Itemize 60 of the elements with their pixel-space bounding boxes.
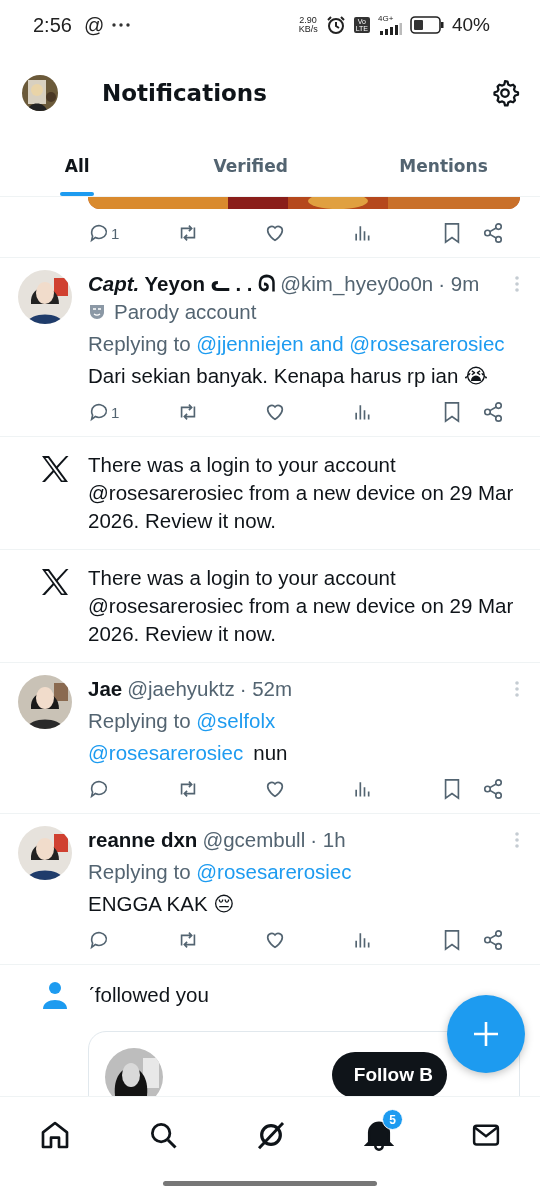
reply-context: Replying to @jjenniejen and @rosesarerosiec xyxy=(88,331,506,357)
post-time: · 52m xyxy=(239,676,293,702)
reply-icon[interactable] xyxy=(88,222,110,244)
bookmark-icon[interactable] xyxy=(442,222,462,244)
more-icon xyxy=(112,23,131,27)
tab[interactable]: All xyxy=(0,136,155,196)
notification-badge: 5 xyxy=(382,1109,404,1130)
reply-count: 1 xyxy=(111,403,120,421)
at-sign: @ xyxy=(83,13,105,37)
bookmark-icon[interactable] xyxy=(442,401,462,423)
tab[interactable]: Verified xyxy=(154,136,348,196)
share-icon[interactable] xyxy=(482,401,504,423)
page-title: Notifications xyxy=(102,80,268,106)
views-icon[interactable] xyxy=(352,223,372,243)
alarm-icon xyxy=(325,15,346,35)
post-time: · 9m xyxy=(438,271,480,297)
reply-count: 1 xyxy=(111,224,120,242)
bookmark-icon[interactable] xyxy=(442,778,462,800)
cross-logo-icon xyxy=(40,568,70,596)
floating-compose-button[interactable] xyxy=(447,995,525,1073)
share-icon[interactable] xyxy=(482,929,504,951)
views-icon[interactable] xyxy=(352,930,372,950)
reply-context: Replying to @selfolx xyxy=(88,708,277,734)
battery-percent: 40% xyxy=(451,14,490,36)
reply-context: Replying to @rosesarerosiec xyxy=(88,859,353,885)
author-name[interactable]: Capt. Yeyon ᓚ . . ᘏ xyxy=(88,270,276,298)
network-type: 4G+ xyxy=(377,15,394,23)
share-icon[interactable] xyxy=(482,222,504,244)
net-speed: 2.90 xyxy=(299,16,317,25)
mask-icon xyxy=(88,303,106,321)
author-handle[interactable]: @jaehyuktz xyxy=(127,675,235,703)
net-unit: KB/s xyxy=(298,25,318,34)
bookmark-icon[interactable] xyxy=(442,929,462,951)
post-time: · 1h xyxy=(310,827,346,853)
reply-icon[interactable] xyxy=(88,929,110,951)
battery-icon xyxy=(409,16,444,34)
person-icon xyxy=(42,981,68,1009)
parody-label: Parody account xyxy=(114,299,257,325)
author-handle[interactable]: @kim_hyey0o0n xyxy=(280,270,434,298)
signal-icon xyxy=(377,23,402,35)
cross-logo-icon xyxy=(40,455,70,483)
clock-time: 2:56 xyxy=(33,13,72,37)
author-handle[interactable]: @gcembull xyxy=(202,826,306,854)
notification-text: ˊfollowed you xyxy=(88,983,209,1007)
views-icon[interactable] xyxy=(352,402,372,422)
author-name[interactable]: Jae xyxy=(88,675,123,703)
notification-text[interactable]: There was a login to your account @rosesarerosiec from a new device on 29 Mar 2026. Review it now. xyxy=(88,451,520,535)
follow-back-button[interactable]: Follow B xyxy=(331,1052,447,1096)
post-text: Dari sekian banyak. Kenapa harus rp ian 😭 xyxy=(88,363,488,389)
author-name[interactable]: reanne dxn xyxy=(88,826,198,854)
post-text: ENGGA KAK 😔 xyxy=(88,891,235,917)
settings-icon[interactable] xyxy=(490,78,520,108)
post-text: nun xyxy=(253,740,288,766)
reply-icon[interactable] xyxy=(88,401,110,423)
share-icon[interactable] xyxy=(482,778,504,800)
views-icon[interactable] xyxy=(352,779,372,799)
reply-icon[interactable] xyxy=(88,778,110,800)
notification-text[interactable]: There was a login to your account @rosesarerosiec from a new device on 29 Mar 2026. Review it now. xyxy=(88,564,520,648)
tab[interactable]: Mentions xyxy=(347,136,540,196)
plus-icon[interactable] xyxy=(471,1019,501,1049)
